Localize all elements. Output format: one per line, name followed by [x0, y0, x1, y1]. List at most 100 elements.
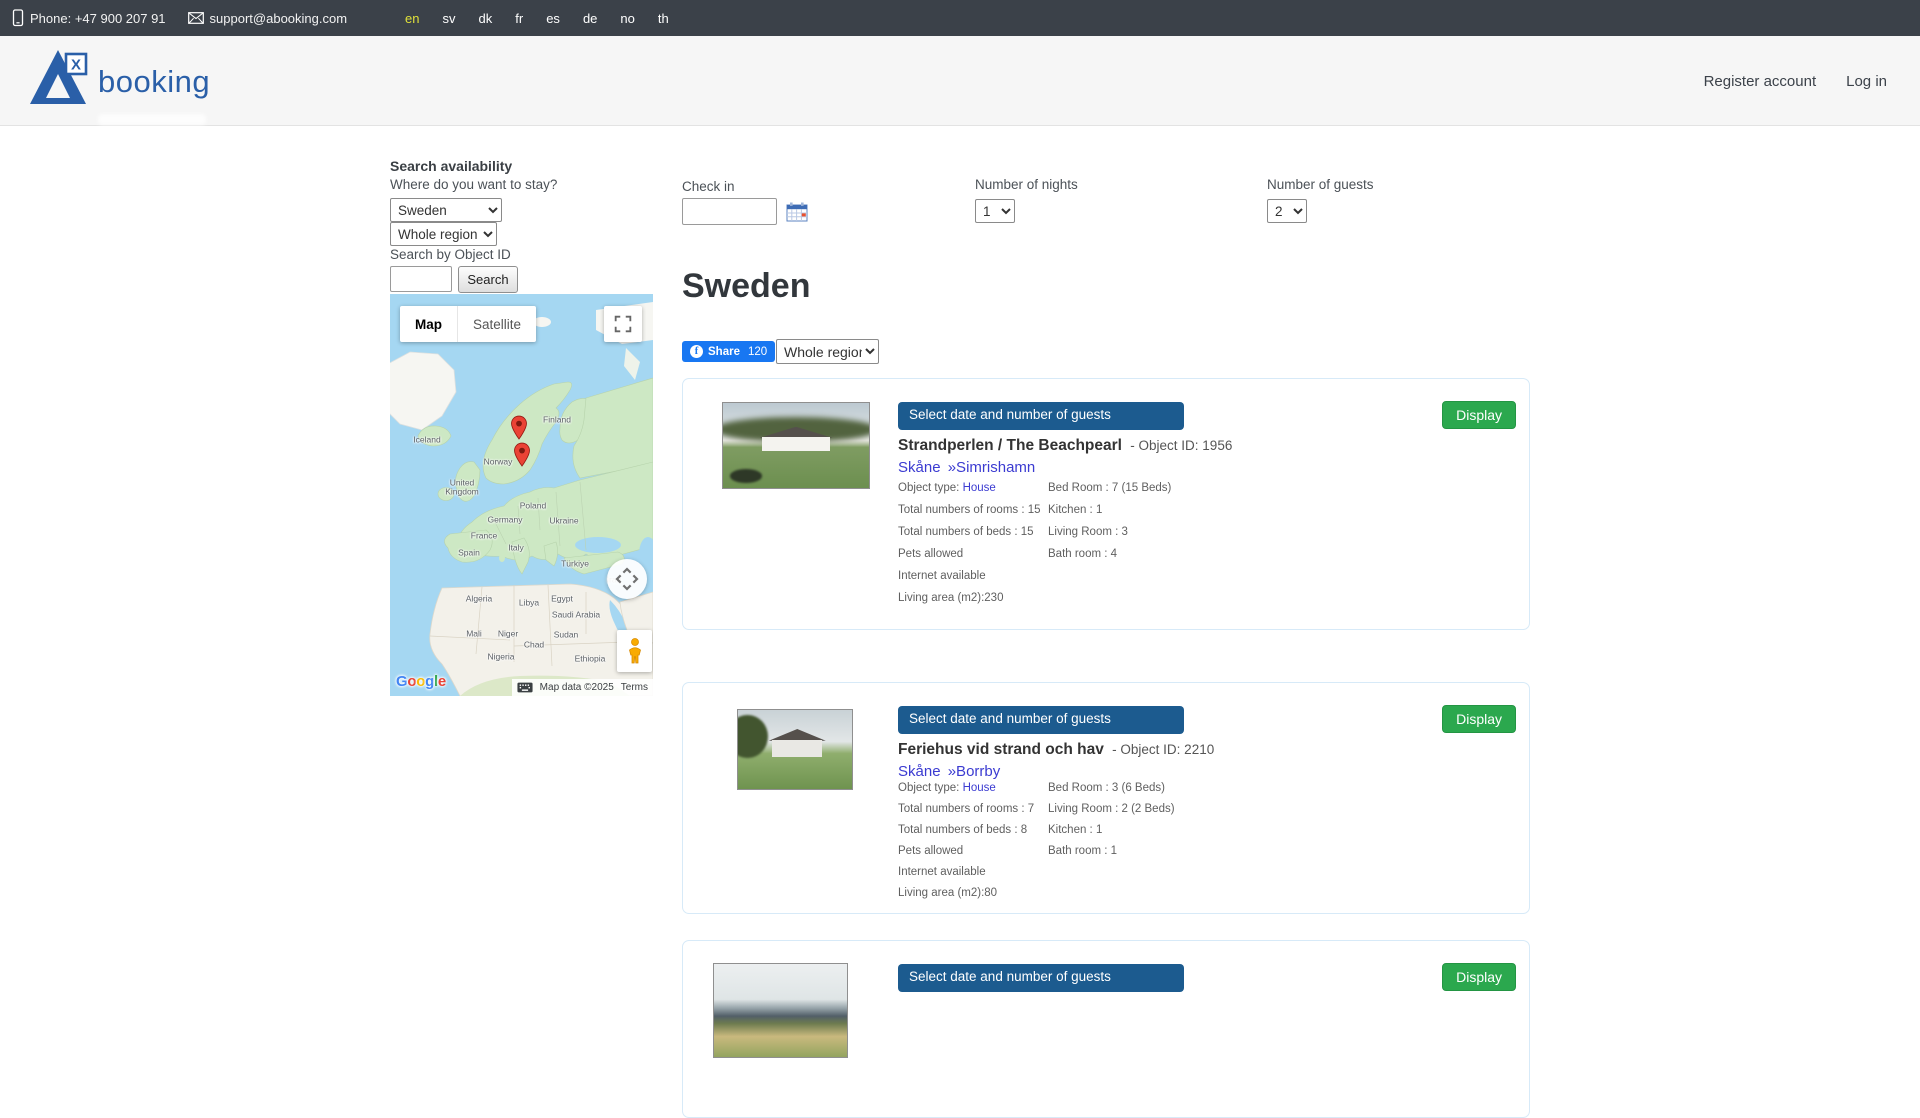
map-country-label: Ukraine [549, 516, 578, 525]
site-logo[interactable]: X booking [30, 48, 210, 104]
map-country-label: Nigeria [488, 652, 515, 661]
nights-select[interactable]: 1 [975, 199, 1015, 223]
checkin-input[interactable] [682, 198, 777, 225]
header-links: Register account Log in [1704, 36, 1887, 126]
map-country-label: Egypt [551, 594, 573, 603]
map-marker-icon[interactable] [514, 442, 531, 473]
language-th[interactable]: th [658, 11, 669, 26]
language-dk[interactable]: dk [479, 11, 493, 26]
listing-card: Select date and number of guests Strandp… [682, 378, 1530, 630]
listing-location: Skåne »Simrishamn [898, 459, 1038, 476]
map-country-label: Finland [543, 415, 571, 424]
map-country-label: Ethiopia [575, 654, 606, 663]
street-view-pegman[interactable] [617, 630, 652, 672]
logo-tagline [98, 114, 206, 125]
listing-photo[interactable] [737, 709, 853, 790]
map-type-control: Map Satellite [400, 306, 536, 342]
detail-cell: Kitchen : 1 [1048, 504, 1498, 526]
fullscreen-button[interactable] [604, 306, 642, 342]
guests-select[interactable]: 2 [1267, 199, 1307, 223]
language-es[interactable]: es [546, 11, 560, 26]
language-no[interactable]: no [620, 11, 634, 26]
display-button[interactable]: Display [1442, 963, 1516, 991]
facebook-share-button[interactable]: f Share 120 [682, 341, 775, 362]
select-date-banner[interactable]: Select date and number of guests [898, 402, 1184, 430]
listing-photo[interactable] [722, 402, 870, 489]
site-header: X booking Register account Log in [0, 36, 1920, 126]
region-select[interactable]: Whole region [390, 222, 497, 246]
language-fr[interactable]: fr [515, 11, 523, 26]
map-tab-button[interactable]: Map [400, 306, 458, 342]
detail-cell: Total numbers of rooms : 7 [898, 803, 1048, 824]
map-country-label: Italy [508, 543, 524, 552]
results-heading: Sweden [682, 267, 810, 306]
country-select[interactable]: Sweden [390, 198, 502, 222]
guests-label: Number of guests [1267, 177, 1374, 192]
pan-arrows-icon [607, 559, 647, 599]
select-date-banner[interactable]: Select date and number of guests [898, 706, 1184, 734]
svg-text:X: X [71, 57, 81, 74]
object-type-link[interactable]: House [963, 782, 996, 794]
register-account-link[interactable]: Register account [1704, 73, 1817, 90]
phone-number: Phone: +47 900 207 91 [30, 11, 166, 26]
listing-title-row: Feriehus vid strand och hav - Object ID:… [898, 741, 1214, 759]
detail-cell [1048, 866, 1498, 887]
calendar-icon[interactable] [786, 202, 808, 222]
detail-cell: Pets allowed [898, 548, 1048, 570]
map-country-label: Sudan [554, 630, 579, 639]
map-terms-link[interactable]: Terms [621, 682, 648, 693]
keyboard-icon[interactable] [517, 682, 533, 693]
region-link[interactable]: Skåne [898, 459, 941, 476]
map-country-label: Spain [458, 548, 480, 557]
map-country-label: Libya [519, 598, 539, 607]
pegman-icon [625, 637, 645, 665]
map-pan-control[interactable] [607, 559, 647, 599]
where-to-stay-label: Where do you want to stay? [390, 177, 557, 192]
satellite-tab-button[interactable]: Satellite [458, 306, 536, 342]
language-sv[interactable]: sv [443, 11, 456, 26]
results-region-select[interactable]: Whole region [776, 339, 879, 364]
object-type-link[interactable]: House [963, 482, 996, 494]
map-country-label: Mali [466, 629, 482, 638]
map-country-label: Türkiye [561, 559, 589, 568]
detail-cell: Living Room : 2 (2 Beds) [1048, 803, 1498, 824]
google-logo-text[interactable]: Google [396, 673, 446, 690]
detail-cell: Bath room : 4 [1048, 548, 1498, 570]
search-button[interactable]: Search [458, 266, 518, 293]
select-date-banner[interactable]: Select date and number of guests [898, 964, 1184, 992]
share-label: Share [708, 346, 740, 358]
detail-cell: Pets allowed [898, 845, 1048, 866]
language-switcher: en sv dk fr es de no th [405, 11, 669, 26]
detail-cell: Internet available [898, 570, 1048, 592]
detail-cell: Bed Room : 3 (6 Beds) [1048, 782, 1498, 803]
logo-a-mark: X [30, 48, 96, 104]
map-country-label: United Kingdom [437, 479, 487, 498]
object-id-input[interactable] [390, 266, 452, 292]
map-country-label: Iceland [413, 435, 440, 444]
detail-cell [1048, 592, 1498, 614]
map-canvas[interactable]: Map Satellite Google [390, 294, 653, 696]
language-de[interactable]: de [583, 11, 597, 26]
detail-cell [1048, 570, 1498, 592]
listing-photo[interactable] [713, 963, 848, 1058]
listing-details: Object type: House Bed Room : 3 (6 Beds)… [898, 782, 1498, 908]
language-en[interactable]: en [405, 11, 419, 26]
detail-cell: Living area (m2):230 [898, 592, 1048, 614]
detail-cell: Living area (m2):80 [898, 887, 1048, 908]
listing-title-link[interactable]: Strandperlen / The Beachpearl [898, 437, 1122, 454]
object-id-label: Search by Object ID [390, 247, 511, 262]
region-link[interactable]: Skåne [898, 763, 941, 780]
display-button[interactable]: Display [1442, 401, 1516, 429]
place-link[interactable]: »Simrishamn [948, 459, 1036, 476]
share-count: 120 [748, 346, 767, 358]
listing-title-link[interactable]: Feriehus vid strand och hav [898, 741, 1104, 758]
photo-scene [714, 964, 847, 1057]
display-button[interactable]: Display [1442, 705, 1516, 733]
login-link[interactable]: Log in [1846, 73, 1887, 90]
map-attribution: Map data ©2025 Terms [512, 679, 653, 696]
place-link[interactable]: »Borrby [948, 763, 1001, 780]
facebook-icon: f [690, 345, 703, 358]
listing-title-row: Strandperlen / The Beachpearl - Object I… [898, 437, 1232, 455]
support-email-link[interactable]: support@abooking.com [210, 11, 348, 26]
email-icon [188, 12, 204, 24]
